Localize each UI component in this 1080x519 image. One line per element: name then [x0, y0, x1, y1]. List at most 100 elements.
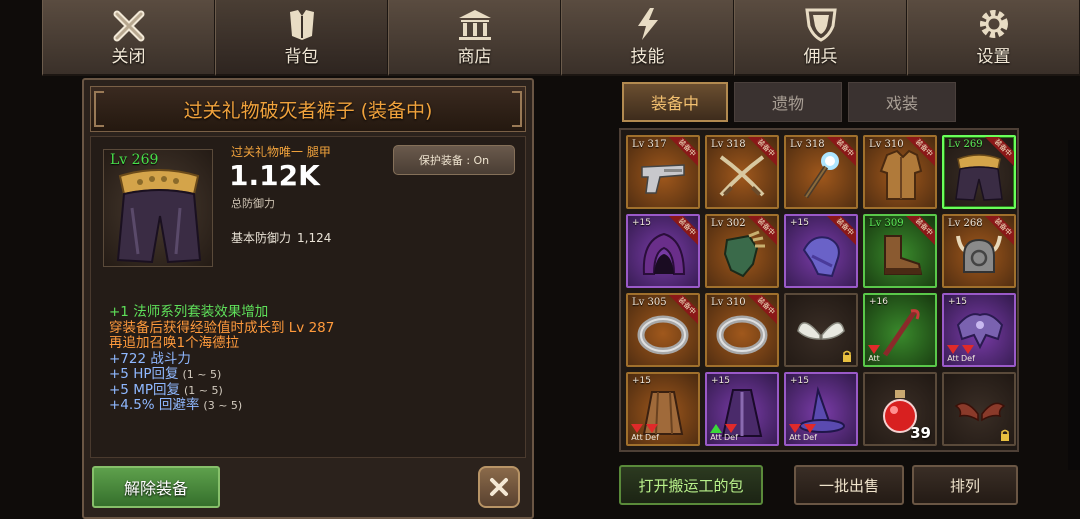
sort-button[interactable]: 排列: [912, 465, 1018, 505]
nav-tab[interactable]: 技能: [561, 0, 734, 76]
screen-edge: [1068, 140, 1080, 470]
stat-compare-item: Def: [961, 345, 975, 363]
stat-compare-label: Att: [631, 433, 643, 442]
open-porter-bag-button[interactable]: 打开搬运工的包: [619, 465, 763, 505]
nav-tab[interactable]: 设置: [907, 0, 1080, 76]
bonus-stat-text: +1 法师系列套装效果增加: [109, 304, 269, 320]
boots-icon: [884, 235, 923, 275]
inventory-slot[interactable]: Lv 310 装备中: [705, 293, 779, 367]
inventory-slot[interactable]: Lv 268 装备中: [942, 214, 1016, 288]
inventory-slot[interactable]: Lv 269 装备中: [942, 135, 1016, 209]
gauntlet-icon: [723, 230, 765, 278]
crossed-blades-icon: [719, 155, 765, 197]
inventory-slot[interactable]: 39: [863, 372, 937, 446]
inventory-slot[interactable]: Lv 318 装备中: [705, 135, 779, 209]
nav-tab-label: 设置: [976, 47, 1011, 67]
bonus-stat-text: +5 HP回复: [109, 366, 179, 382]
item-detail-panel: 过关礼物破灭者裤子 (装备中) Lv 269 过关礼物唯一 腿甲 1.12K 总…: [82, 78, 534, 519]
unequip-button[interactable]: 解除装备: [92, 466, 220, 508]
close-icon: [113, 10, 144, 42]
bonus-stat: +5 MP回复 (1 ~ 5): [109, 382, 519, 399]
armor-icon: [289, 10, 314, 40]
inventory-slot[interactable]: +15 装备中: [626, 214, 700, 288]
arrow-down-icon: [961, 345, 974, 354]
title-frame-corner: [512, 91, 522, 127]
stat-compare-item: Def: [724, 424, 738, 442]
bonus-stat: +1 法师系列套装效果增加: [109, 304, 519, 321]
inventory-slot[interactable]: [942, 372, 1016, 446]
stat-compare: Att Def: [710, 424, 738, 442]
slot-level: +15: [948, 297, 967, 307]
base-defense-label: 基本防御力: [231, 231, 292, 245]
slot-level: Lv 317: [632, 139, 667, 150]
bulk-sell-button[interactable]: 一批出售: [794, 465, 904, 505]
inventory-slot[interactable]: +15 装备中: [784, 214, 858, 288]
inventory-slot[interactable]: +16 Att: [863, 293, 937, 367]
bonus-stat-text: 穿装备后获得经验值时成长到 Lv 287: [109, 319, 335, 336]
lock-icon: [1001, 429, 1009, 441]
inventory-slot[interactable]: Lv 309 装备中: [863, 214, 937, 288]
protect-equipment-button[interactable]: 保护装备 : On: [393, 145, 515, 175]
stat-compare-label: Att: [868, 354, 880, 363]
inventory-tab[interactable]: 戏装: [848, 82, 956, 122]
slot-level: +15: [790, 376, 809, 386]
arrow-down-icon: [789, 424, 801, 433]
inventory-slot[interactable]: Lv 318 装备中: [784, 135, 858, 209]
lock-icon: [843, 350, 851, 362]
stat-compare-item: Def: [645, 424, 659, 442]
inventory-slot[interactable]: Lv 310 装备中: [863, 135, 937, 209]
bonus-stat-text: +4.5% 回避率: [109, 397, 200, 413]
stat-compare: Att: [868, 345, 880, 363]
bonus-stat: +4.5% 回避率 (3 ~ 5): [109, 397, 519, 414]
stat-compare-label: Def: [645, 433, 659, 442]
inventory-slot[interactable]: +15 Att Def: [784, 372, 858, 446]
bonus-stat: 穿装备后获得经验值时成长到 Lv 287: [109, 319, 519, 337]
item-kind: 过关礼物唯一 腿甲: [231, 145, 331, 159]
ring-icon: [716, 315, 768, 355]
nav-tab[interactable]: 佣兵: [734, 0, 907, 76]
arrow-down-icon: [803, 424, 816, 433]
slot-level: Lv 318: [790, 139, 825, 150]
bonus-stat: +5 HP回复 (1 ~ 5): [109, 366, 519, 383]
inventory-slot[interactable]: +15 Att Def: [626, 372, 700, 446]
hood-icon: [642, 232, 686, 275]
bonus-stat-range: (1 ~ 5): [183, 383, 223, 397]
inventory-tab[interactable]: 遗物: [734, 82, 842, 122]
arrow-down-icon: [724, 424, 737, 433]
slot-level: +15: [790, 218, 809, 228]
item-detail-box: Lv 269 过关礼物唯一 腿甲 1.12K 总防御力 保护装备 : On 基本…: [90, 136, 526, 458]
nav-tab[interactable]: 背包: [215, 0, 388, 76]
bonus-stat-list: +1 法师系列套装效果增加 穿装备后获得经验值时成长到 Lv 287 再追加召唤1个…: [109, 304, 519, 414]
stat-compare-label: Att: [947, 354, 959, 363]
stat-compare-item: Att: [868, 345, 880, 363]
inventory-slot[interactable]: Lv 305 装备中: [626, 293, 700, 367]
slot-level: Lv 310: [869, 139, 904, 150]
inventory-tabs: 装备中 遗物 戏装: [622, 82, 956, 122]
nav-tab-label: 技能: [630, 47, 665, 67]
bonus-stat: 再追加召唤1个海德拉: [109, 335, 519, 352]
nav-tab[interactable]: 关闭: [42, 0, 215, 76]
inventory-slot[interactable]: Lv 302 装备中: [705, 214, 779, 288]
nav-tab-label: 佣兵: [803, 47, 838, 67]
stat-compare: Att Def: [947, 345, 975, 363]
inventory-tab[interactable]: 装备中: [622, 82, 728, 122]
nav-tab-label: 关闭: [111, 47, 146, 67]
item-level: Lv 269: [110, 152, 159, 168]
item-title: 过关礼物破灭者裤子 (装备中): [183, 99, 433, 122]
inventory-grid: Lv 317 装备中 Lv 318 装备中 Lv 318 装备中 Lv 310 装备中 Lv 2…: [619, 128, 1019, 452]
nav-tab[interactable]: 商店: [388, 0, 561, 76]
inventory-slot[interactable]: +15 Att Def: [942, 293, 1016, 367]
slot-level: Lv 302: [711, 218, 746, 229]
inventory-slot[interactable]: Lv 317 装备中: [626, 135, 700, 209]
total-defense-value: 1.12K: [229, 159, 320, 192]
slot-level: Lv 310: [711, 297, 746, 308]
gear-icon: [979, 10, 1008, 38]
close-detail-button[interactable]: [478, 466, 520, 508]
bonus-stat-range: (1 ~ 5): [182, 368, 222, 381]
inventory-slot[interactable]: +15 Att Def: [705, 372, 779, 446]
stat-compare-item: Def: [803, 424, 817, 442]
arrow-down-icon: [645, 424, 658, 433]
pants-icon: [955, 154, 1003, 201]
inventory-slot[interactable]: [784, 293, 858, 367]
slot-level: Lv 268: [948, 218, 983, 229]
